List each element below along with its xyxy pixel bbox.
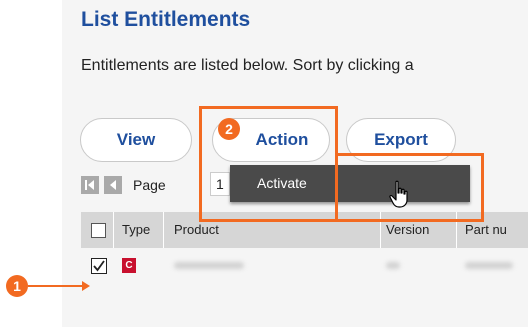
view-button[interactable]: View — [80, 118, 192, 162]
column-divider — [113, 212, 114, 248]
step-1-arrowhead — [82, 281, 90, 291]
select-all-checkbox[interactable] — [91, 223, 106, 238]
step-2-badge: 2 — [218, 118, 240, 140]
redacted-product — [174, 262, 244, 269]
page-title: List Entitlements — [81, 8, 251, 31]
column-divider — [163, 212, 164, 248]
pager: Page — [81, 174, 166, 196]
prev-page-icon[interactable] — [104, 176, 122, 194]
column-header-type[interactable]: Type — [122, 212, 150, 248]
first-page-icon[interactable] — [81, 176, 99, 194]
checkmark-icon — [93, 260, 105, 272]
page-description: Entitlements are listed below. Sort by c… — [81, 57, 414, 74]
step-1-pointer — [28, 285, 84, 287]
row-checkbox[interactable] — [91, 258, 107, 274]
redacted-version — [386, 262, 400, 269]
table-row — [81, 248, 528, 288]
hand-cursor-icon — [389, 180, 408, 208]
page-label: Page — [133, 177, 166, 193]
redacted-part-number — [465, 262, 513, 269]
type-icon: C — [122, 258, 136, 273]
step-1-badge: 1 — [6, 275, 28, 297]
